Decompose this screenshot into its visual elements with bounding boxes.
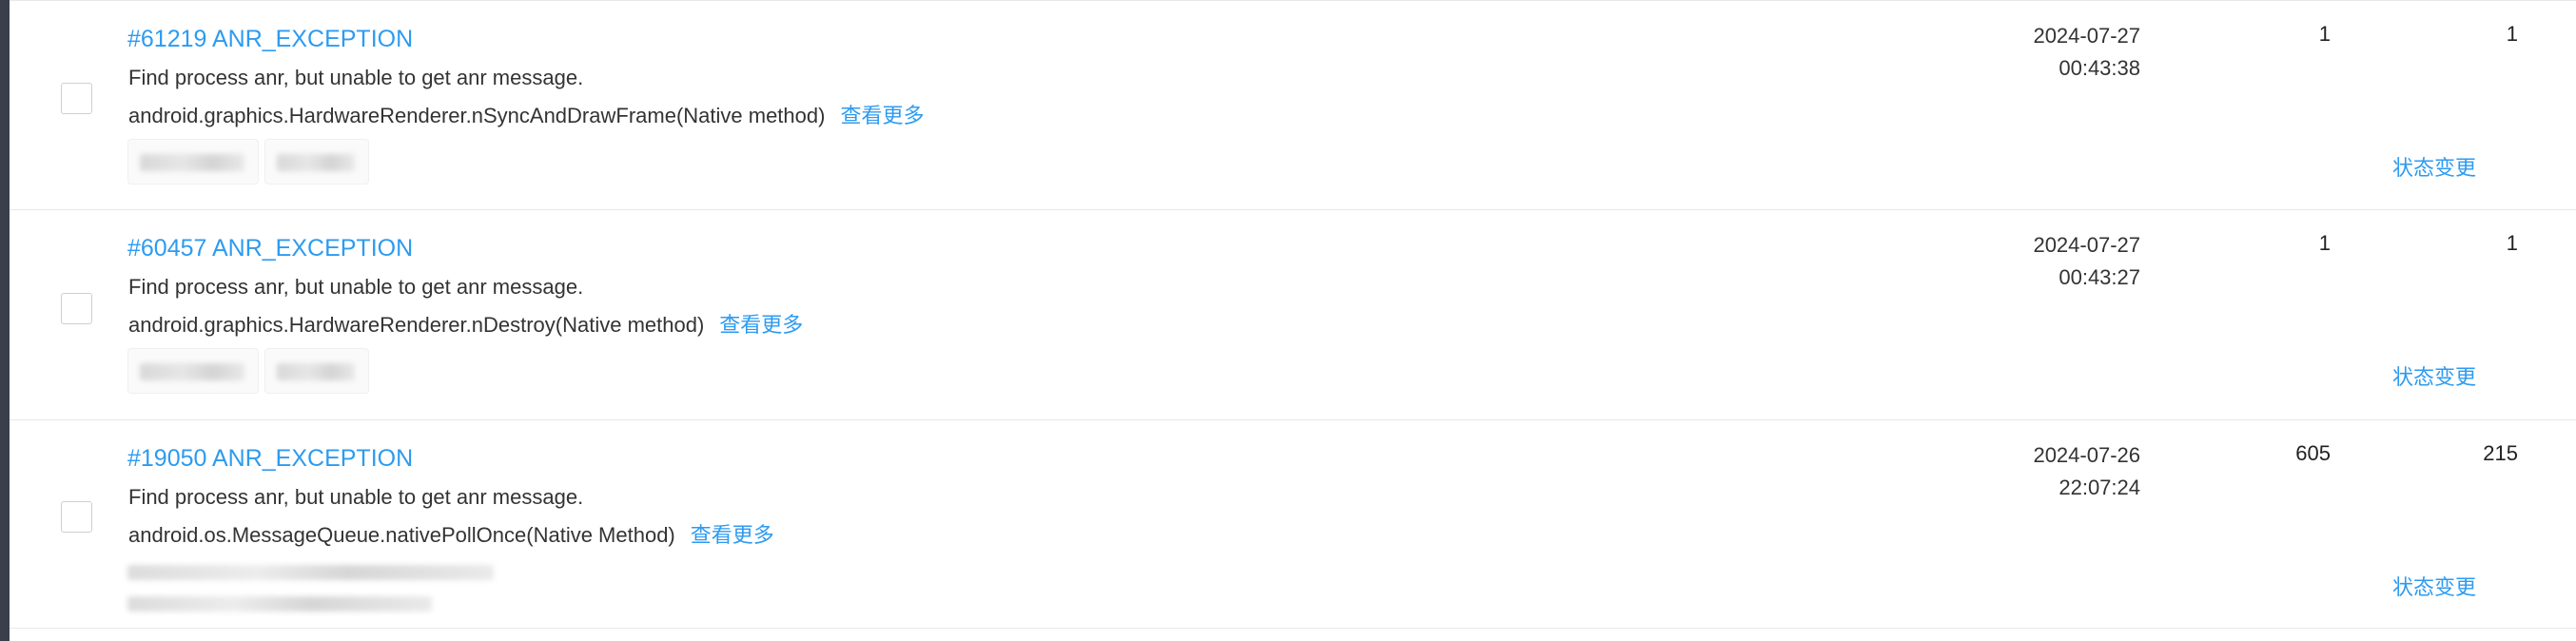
issue-tag-redacted [127, 565, 494, 580]
issue-message: Find process anr, but unable to get anr … [128, 485, 584, 509]
issue-count-users: 1 [2506, 22, 2518, 46]
issue-date-day: 2024-07-27 [2033, 24, 2140, 48]
issue-stack-line: android.graphics.HardwareRenderer.nDestr… [128, 308, 803, 339]
issue-row: #61219 ANR_EXCEPTION Find process anr, b… [10, 0, 2576, 209]
issue-count-occurrences: 605 [2295, 441, 2331, 465]
issue-select-checkbox[interactable] [61, 293, 92, 324]
issue-stack-line: android.os.MessageQueue.nativePollOnce(N… [128, 518, 774, 549]
issue-count-occurrences: 1 [2318, 22, 2331, 46]
issue-count-users: 1 [2506, 231, 2518, 255]
issue-date: 2024-07-27 00:43:27 [1998, 229, 2140, 294]
issue-stack-frame: android.graphics.HardwareRenderer.nSyncA… [128, 104, 826, 127]
view-more-link[interactable]: 查看更多 [840, 104, 924, 127]
status-change-link[interactable]: 状态变更 [2392, 151, 2476, 182]
issue-date-day: 2024-07-27 [2033, 233, 2140, 257]
issue-stack-line: android.graphics.HardwareRenderer.nSyncA… [128, 99, 924, 129]
issue-message: Find process anr, but unable to get anr … [128, 66, 584, 89]
issue-date-time: 00:43:38 [2059, 56, 2140, 80]
issue-row: #60457 ANR_EXCEPTION Find process anr, b… [10, 209, 2576, 418]
issue-tag-redacted [127, 596, 432, 612]
issue-stack-frame: android.os.MessageQueue.nativePollOnce(N… [128, 523, 675, 547]
view-more-link[interactable]: 查看更多 [691, 523, 774, 547]
issue-title-link[interactable]: #19050 ANR_EXCEPTION [127, 445, 413, 473]
issue-date: 2024-07-26 22:07:24 [1998, 439, 2140, 504]
issue-date: 2024-07-27 00:43:38 [1998, 20, 2140, 85]
issue-date-time: 22:07:24 [2059, 476, 2140, 499]
issue-list: #61219 ANR_EXCEPTION Find process anr, b… [10, 0, 2576, 641]
status-change-link[interactable]: 状态变更 [2392, 571, 2476, 601]
issue-select-checkbox[interactable] [61, 83, 92, 114]
issue-message: Find process anr, but unable to get anr … [128, 275, 584, 299]
issue-tag-redacted [264, 139, 369, 185]
issue-date-time: 00:43:27 [2059, 265, 2140, 289]
issue-title-link[interactable]: #61219 ANR_EXCEPTION [127, 26, 413, 53]
issue-tag-redacted [127, 139, 259, 185]
status-change-link[interactable]: 状态变更 [2392, 360, 2476, 391]
issue-title-link[interactable]: #60457 ANR_EXCEPTION [127, 235, 413, 262]
issue-date-day: 2024-07-26 [2033, 443, 2140, 467]
left-sidebar-edge [0, 0, 10, 641]
issue-count-users: 215 [2483, 441, 2518, 465]
issue-count-occurrences: 1 [2318, 231, 2331, 255]
issue-tag-redacted [264, 348, 369, 394]
issue-stack-frame: android.graphics.HardwareRenderer.nDestr… [128, 313, 705, 337]
view-more-link[interactable]: 查看更多 [719, 313, 803, 337]
issue-tag-redacted [127, 348, 259, 394]
issue-select-checkbox[interactable] [61, 501, 92, 533]
issue-list-page: #61219 ANR_EXCEPTION Find process anr, b… [0, 0, 2576, 641]
issue-row: #19050 ANR_EXCEPTION Find process anr, b… [10, 419, 2576, 629]
